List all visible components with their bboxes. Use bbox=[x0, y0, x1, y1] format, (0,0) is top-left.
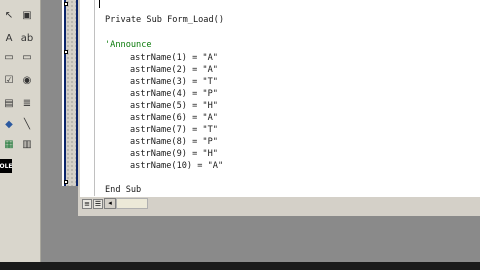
checkbox-glyph: ☑ bbox=[4, 74, 14, 86]
listbox-icon[interactable]: ≣ bbox=[20, 96, 34, 110]
scroll-left-button[interactable]: ◂ bbox=[104, 198, 116, 209]
code-line[interactable]: astrName(10) = "A" bbox=[130, 160, 223, 172]
code-line-comment[interactable]: 'Announce bbox=[105, 39, 152, 51]
commandbutton-icon[interactable]: ▭ bbox=[20, 50, 34, 64]
scroll-left-icon: ◂ bbox=[108, 199, 112, 207]
line-glyph: ╲ bbox=[23, 118, 31, 130]
textbox-icon[interactable]: ab bbox=[20, 31, 34, 45]
pointer-icon[interactable]: ↖ bbox=[2, 8, 16, 22]
ole-icon[interactable]: OLE bbox=[0, 159, 13, 173]
form-resize-handle[interactable] bbox=[64, 50, 68, 54]
pointer-glyph: ↖ bbox=[4, 9, 14, 21]
code-line[interactable]: astrName(7) = "T" bbox=[130, 124, 218, 136]
label-glyph: A bbox=[5, 32, 13, 44]
code-line[interactable]: astrName(1) = "A" bbox=[130, 52, 218, 64]
code-line[interactable]: astrName(2) = "A" bbox=[130, 64, 218, 76]
procedure-view-icon: ≡ bbox=[84, 200, 90, 208]
data-glyph: ▥ bbox=[22, 138, 32, 150]
code-line[interactable]: astrName(6) = "A" bbox=[130, 112, 218, 124]
text-caret bbox=[99, 0, 100, 8]
code-margin-indicator-bar[interactable] bbox=[80, 0, 95, 196]
frame-icon[interactable]: ▭ bbox=[2, 50, 16, 64]
full-module-view-icon: ☰ bbox=[94, 200, 102, 208]
code-line[interactable]: astrName(5) = "H" bbox=[130, 100, 218, 112]
textbox-glyph: ab bbox=[20, 32, 34, 44]
code-line-end-sub[interactable]: End Sub bbox=[105, 184, 141, 196]
combobox-icon[interactable]: ▤ bbox=[2, 96, 16, 110]
toolbox-panel: ↖ ▣ A ab ▭ ▭ ☑ ◉ ▤ ≣ ◆ ╲ ▦ ▥ OLE bbox=[0, 0, 41, 262]
code-line[interactable]: astrName(3) = "T" bbox=[130, 76, 218, 88]
form-resize-handle[interactable] bbox=[64, 2, 68, 6]
listbox-glyph: ≣ bbox=[22, 97, 32, 109]
commandbutton-glyph: ▭ bbox=[22, 51, 32, 63]
label-icon[interactable]: A bbox=[2, 31, 16, 45]
form-resize-handle[interactable] bbox=[64, 180, 68, 184]
image-icon[interactable]: ▦ bbox=[2, 137, 16, 151]
combobox-glyph: ▤ bbox=[4, 97, 14, 109]
image-glyph: ▦ bbox=[4, 138, 14, 150]
picturebox-icon[interactable]: ▣ bbox=[20, 8, 34, 22]
taskbar-edge bbox=[0, 262, 480, 270]
ole-glyph: OLE bbox=[0, 162, 13, 170]
checkbox-icon[interactable]: ☑ bbox=[2, 73, 16, 87]
code-line[interactable]: astrName(4) = "P" bbox=[130, 88, 218, 100]
shape-icon[interactable]: ◆ bbox=[2, 117, 16, 131]
code-line[interactable]: astrName(8) = "P" bbox=[130, 136, 218, 148]
line-icon[interactable]: ╲ bbox=[20, 117, 34, 131]
procedure-view-button[interactable]: ≡ bbox=[82, 199, 92, 209]
horizontal-scroll-track[interactable] bbox=[116, 198, 148, 209]
form-designer-grid[interactable] bbox=[66, 0, 76, 186]
shape-glyph: ◆ bbox=[5, 118, 13, 130]
optionbutton-icon[interactable]: ◉ bbox=[20, 73, 34, 87]
code-line-sub-header[interactable]: Private Sub Form_Load() bbox=[105, 14, 224, 26]
full-module-view-button[interactable]: ☰ bbox=[93, 199, 103, 209]
picturebox-glyph: ▣ bbox=[22, 9, 32, 21]
data-icon[interactable]: ▥ bbox=[20, 137, 34, 151]
optionbutton-glyph: ◉ bbox=[22, 74, 32, 86]
frame-glyph: ▭ bbox=[4, 51, 14, 63]
code-line[interactable]: astrName(9) = "H" bbox=[130, 148, 218, 160]
